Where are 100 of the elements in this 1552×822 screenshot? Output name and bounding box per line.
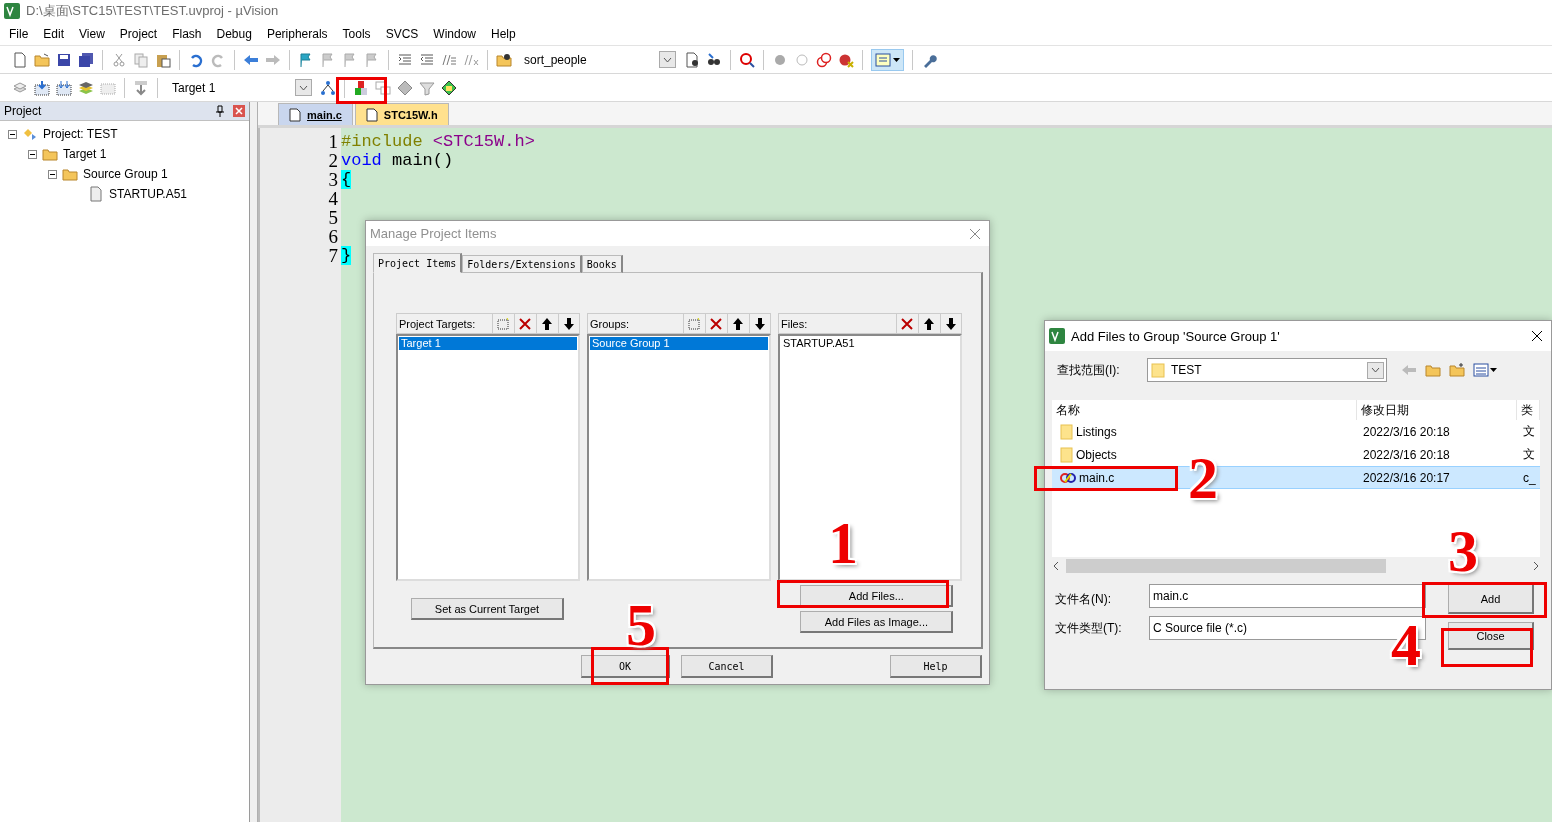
up-arrow-icon bbox=[732, 316, 744, 331]
app-logo-icon bbox=[4, 3, 20, 19]
menu-item[interactable]: View bbox=[79, 26, 112, 41]
hierarchy-icon[interactable] bbox=[320, 79, 336, 96]
collapse-icon[interactable] bbox=[8, 129, 17, 139]
dialog-title: Manage Project Items bbox=[370, 226, 498, 241]
folder-icon bbox=[62, 166, 78, 182]
file-date: 2022/3/16 20:17 bbox=[1362, 470, 1451, 485]
flag-icon[interactable] bbox=[298, 51, 314, 68]
new-folder-icon[interactable] bbox=[1449, 362, 1465, 378]
dialog-tab[interactable]: Folders/Extensions bbox=[462, 255, 582, 273]
highlight-box bbox=[336, 77, 387, 104]
scrollbar-thumb[interactable] bbox=[1066, 558, 1386, 573]
menu-item[interactable]: Help bbox=[491, 26, 523, 41]
line-number: 5 bbox=[327, 208, 339, 227]
file-name-field[interactable]: main.c bbox=[1149, 584, 1426, 608]
step-number: 1 bbox=[828, 513, 858, 573]
download-icon[interactable] bbox=[56, 79, 72, 96]
load-arrow-icon[interactable] bbox=[133, 79, 149, 96]
editor-tab[interactable]: STC15W.h bbox=[354, 103, 449, 125]
document-search-icon[interactable] bbox=[684, 51, 700, 68]
down-arrow-icon bbox=[563, 316, 575, 331]
double-circle-icon[interactable] bbox=[816, 51, 832, 68]
cubes-icon[interactable] bbox=[353, 79, 369, 96]
editor-tab[interactable]: main.c bbox=[278, 103, 353, 125]
line-number: 3 bbox=[327, 170, 339, 189]
collapse-icon[interactable] bbox=[28, 149, 37, 159]
menu-item[interactable]: Tools bbox=[342, 26, 378, 41]
view-menu-icon[interactable] bbox=[1473, 362, 1497, 378]
pin-icon[interactable] bbox=[215, 105, 225, 117]
layers-icon[interactable] bbox=[78, 79, 94, 96]
file-date: 2022/3/16 20:18 bbox=[1362, 424, 1451, 439]
menu-item[interactable]: SVCS bbox=[385, 26, 426, 41]
file-name-label: 文件名(N): bbox=[1055, 590, 1112, 608]
tree-item[interactable]: Target 1 bbox=[63, 147, 107, 161]
menu-item[interactable]: Flash bbox=[172, 26, 209, 41]
dialog-title: Add Files to Group 'Source Group 1' bbox=[1071, 328, 1281, 344]
chip-icon[interactable] bbox=[441, 79, 457, 96]
open-folder-icon[interactable] bbox=[34, 51, 50, 68]
column-header[interactable]: 类 bbox=[1517, 400, 1540, 420]
menu-item[interactable]: Peripherals bbox=[266, 26, 335, 41]
file-type: 文 bbox=[1522, 423, 1536, 440]
list-item[interactable]: Target 1 bbox=[399, 337, 577, 350]
project-icon bbox=[22, 126, 38, 142]
menu-item[interactable]: Edit bbox=[43, 26, 72, 41]
file-date: 2022/3/16 20:18 bbox=[1362, 447, 1451, 462]
column-header[interactable]: 名称 bbox=[1052, 400, 1357, 420]
menu-item[interactable]: Project bbox=[119, 26, 165, 41]
list-item[interactable]: Source Group 1 bbox=[590, 337, 768, 350]
save-all-icon[interactable] bbox=[78, 51, 94, 68]
download-icon[interactable] bbox=[34, 79, 50, 96]
dialog-tab[interactable]: Books bbox=[581, 255, 623, 273]
find-folder-icon[interactable] bbox=[496, 51, 512, 68]
file-icon bbox=[289, 107, 301, 122]
collapse-icon[interactable] bbox=[48, 169, 57, 179]
add-button[interactable]: Add bbox=[1448, 584, 1534, 614]
magnifier-icon[interactable] bbox=[739, 51, 755, 68]
close-button[interactable] bbox=[233, 105, 245, 117]
folder-icon bbox=[1060, 423, 1073, 440]
down-arrow-icon bbox=[754, 316, 766, 331]
file-row[interactable]: Listings 2022/3/16 20:18 文 bbox=[1052, 420, 1540, 443]
delete-icon bbox=[899, 315, 915, 332]
look-in-field[interactable]: TEST bbox=[1147, 358, 1387, 382]
new-file-icon[interactable] bbox=[12, 51, 28, 68]
window-layout-button[interactable] bbox=[871, 48, 904, 71]
tree-item[interactable]: STARTUP.A51 bbox=[109, 187, 188, 201]
column-header[interactable]: 修改日期 bbox=[1357, 400, 1517, 420]
folder-icon bbox=[1060, 446, 1073, 463]
add-files-button[interactable]: Add Files as Image... bbox=[800, 611, 954, 633]
target-field[interactable]: Target 1 bbox=[166, 77, 314, 98]
scroll-right-icon[interactable] bbox=[1532, 560, 1540, 571]
file-type-label: 文件类型(T): bbox=[1055, 620, 1123, 637]
find-field[interactable]: sort_people bbox=[518, 49, 678, 70]
down-arrow-icon bbox=[945, 316, 957, 331]
panel-title: Project bbox=[4, 104, 42, 118]
dialog-button[interactable]: Cancel bbox=[681, 655, 773, 678]
line-number: 6 bbox=[327, 227, 339, 246]
windows-icon[interactable] bbox=[375, 79, 391, 96]
window-title: D:\桌面\STC15\TEST\TEST.uvproj - µVision bbox=[26, 2, 279, 20]
dialog-button[interactable]: OK bbox=[581, 655, 670, 678]
line-number: 1 bbox=[327, 132, 339, 151]
save-icon[interactable] bbox=[56, 51, 72, 68]
menu-item[interactable]: Window bbox=[433, 26, 483, 41]
up-arrow-icon bbox=[923, 316, 935, 331]
delete-icon bbox=[708, 315, 724, 332]
dialog-tab[interactable]: Project Items bbox=[373, 253, 463, 273]
code-line: void main() bbox=[341, 151, 454, 170]
tree-item[interactable]: Source Group 1 bbox=[83, 167, 168, 181]
scroll-left-icon[interactable] bbox=[1052, 560, 1060, 571]
tree-item[interactable]: Project: TEST bbox=[43, 127, 118, 141]
binoculars-icon[interactable] bbox=[706, 51, 722, 68]
menu-item[interactable]: Debug bbox=[216, 26, 259, 41]
close-icon[interactable] bbox=[1531, 330, 1543, 342]
set-current-target-button[interactable]: Set as Current Target bbox=[411, 598, 564, 620]
diamond-icon[interactable] bbox=[397, 79, 413, 96]
window-icon bbox=[875, 51, 891, 68]
menu-item[interactable]: File bbox=[9, 26, 36, 41]
dialog-button[interactable]: Help bbox=[890, 655, 982, 678]
list-item[interactable]: STARTUP.A51 bbox=[781, 337, 959, 350]
folder-icon bbox=[1151, 362, 1165, 378]
